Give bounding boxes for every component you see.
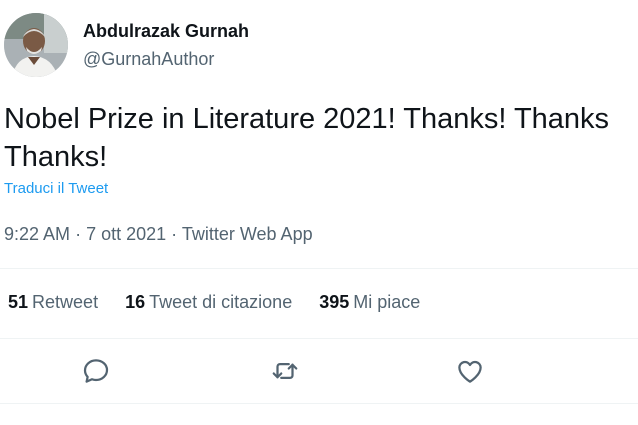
retweet-count[interactable]: 51 Retweet [8,292,98,313]
tweet-text-line-1: Nobel Prize in Literature 2021! Thanks! … [4,103,610,135]
author-photo [4,13,68,77]
author-name[interactable]: Abdulrazak Gurnah [83,21,249,42]
retweet-icon [272,363,298,379]
retweet-count-label: Retweet [32,292,99,312]
meta-separator: · [75,224,82,244]
avatar[interactable] [4,13,68,77]
like-icon [458,360,482,383]
quote-count-value: 16 [125,292,146,312]
retweet-count-value: 51 [8,292,29,312]
quote-count-label: Tweet di citazione [149,292,293,312]
divider [0,338,638,339]
tweet-source[interactable]: Twitter Web App [182,224,313,244]
like-button[interactable] [455,356,485,386]
divider [0,268,638,269]
meta-separator: · [171,224,178,244]
tweet-stats: 51 Retweet 16 Tweet di citazione 395 Mi pia… [8,292,442,313]
like-count-value: 395 [319,292,350,312]
reply-button[interactable] [81,356,111,386]
translate-tweet-link[interactable]: Traduci il Tweet [4,180,108,197]
reply-icon [83,359,109,383]
divider [0,403,638,404]
author-handle[interactable]: @GurnahAuthor [83,49,214,70]
tweet-text-line-2: Thanks! [4,141,108,173]
like-count-label: Mi piace [353,292,421,312]
quote-tweet-count[interactable]: 16 Tweet di citazione [125,292,292,313]
like-count[interactable]: 395 Mi piace [319,292,420,313]
tweet-time[interactable]: 9:22 AM [4,224,70,244]
retweet-button[interactable] [270,356,300,386]
tweet-text: Nobel Prize in Literature 2021! Thanks! … [4,100,638,176]
tweet-metadata: 9:22 AM · 7 ott 2021 · Twitter Web App [4,224,313,245]
tweet-date[interactable]: 7 ott 2021 [86,224,166,244]
